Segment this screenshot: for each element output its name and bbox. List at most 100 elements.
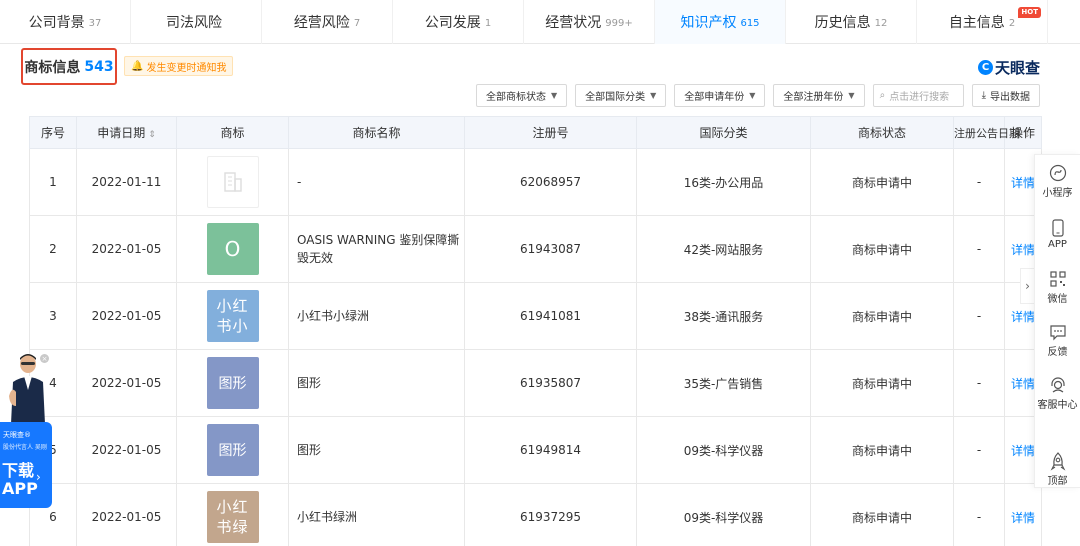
right-sidebar: 小程序 APP 微信 反馈 客服中心 顶部 [1034,154,1080,488]
sidebar-item-back-to-top[interactable]: 顶部 [1035,443,1080,496]
caret-down-icon: ▼ [749,91,756,100]
tab-label: 经营状况 [545,15,602,31]
row-trademark-name: OASIS WARNING 鉴别保障撕毁无效 [288,215,465,283]
section-title-text: 商标信息 [24,59,81,76]
trademark-cell [176,148,289,216]
col-header-no: 序号 [29,116,77,149]
row-reg-no: 62068957 [464,148,637,216]
row-reg-no: 61941081 [464,282,637,350]
qrcode-icon [1049,270,1067,290]
reg-year-filter-label: 全部注册年份 [783,92,844,103]
tab-label: 公司背景 [28,15,85,31]
row-status: 商标申请中 [810,148,954,216]
tab-count: 615 [740,18,760,29]
app-download-promo[interactable]: × 天眼查® 股份代言人 吴刚 下载 APP › [0,350,52,508]
apply-year-filter-dropdown[interactable]: 全部申请年份 ▼ [674,84,766,107]
sidebar-item-label: 微信 [1047,294,1068,305]
sidebar-item-label: 客服中心 [1037,400,1078,411]
trademark-image[interactable]: 小红书小 [206,290,259,342]
trademark-image[interactable]: 图形 [206,424,259,476]
export-button[interactable]: ⤓ 导出数据 [971,84,1040,107]
trademark-image[interactable]: O [206,223,259,275]
reg-year-filter-dropdown[interactable]: 全部注册年份 ▼ [773,84,865,107]
logo-mark-icon: C [977,60,993,75]
sort-icon: ⇕ [148,130,156,140]
bell-icon: 🔔 [131,60,144,72]
table-row: 2 2022-01-05 O OASIS WARNING 鉴别保障撕毁无效 61… [29,215,1042,283]
row-apply-date: 2022-01-05 [76,483,177,546]
tab-count: 37 [88,18,102,29]
table-row: 4 2022-01-05 图形 图形 61935807 35类-广告销售 商标申… [29,349,1042,417]
tab-label: 公司发展 [424,15,481,31]
mini-program-icon [1049,164,1067,184]
row-pub-date: - [953,349,1005,417]
col-header-pub-date[interactable]: 注册公告日期⇕ [953,116,1031,149]
tab-label: 知识产权 [680,15,737,31]
sidebar-item-app[interactable]: APP [1035,208,1080,261]
tab-operation-risk[interactable]: 经营风险 7 [262,0,393,44]
tab-operation-status[interactable]: 经营状况 999+ [524,0,655,44]
sidebar-item-customer-service[interactable]: 客服中心 [1035,367,1080,420]
sidebar-expand-button[interactable]: › [1020,268,1034,304]
top-tabs: 公司背景 37 司法风险 经营风险 7 公司发展 1 经营状况 999+ 知识产权 615… [0,0,1080,44]
tab-count: 999+ [605,18,633,29]
row-apply-date: 2022-01-05 [76,282,177,350]
row-status: 商标申请中 [810,416,954,484]
sidebar-item-label: APP [1048,239,1067,250]
section-count: 543 [84,58,114,75]
row-intl-class: 09类-科学仪器 [636,483,811,546]
row-reg-no: 61937295 [464,483,637,546]
status-filter-dropdown[interactable]: 全部商标状态 ▼ [475,84,568,107]
notify-button[interactable]: 🔔 发生变更时通知我 [124,56,234,76]
col-header-reg-no: 注册号 [464,116,637,149]
row-no: 1 [29,148,77,216]
sidebar-item-label: 反馈 [1047,347,1068,358]
row-trademark-name: 图形 [288,349,465,417]
search-input[interactable]: ⌕ 点击进行搜索 [872,84,964,107]
col-header-apply-date[interactable]: 申请日期 ⇕ [76,116,177,149]
sidebar-item-mini-program[interactable]: 小程序 [1035,155,1080,208]
close-icon[interactable]: × [40,354,49,363]
table-header-row: 序号 申请日期⇕ 商标 商标名称 注册号 国际分类 商标状态 注册公告日期⇕ 操… [29,116,1042,149]
brand-logo: C 天眼查 [977,57,1040,78]
tab-company-development[interactable]: 公司发展 1 [393,0,524,44]
promo-brand: 天眼查® [3,431,31,439]
row-pub-date: - [953,148,1005,216]
trademark-cell: 小红书绿 [176,483,289,546]
tab-history[interactable]: 历史信息 12 [786,0,917,44]
row-intl-class: 35类-广告销售 [636,349,811,417]
search-placeholder: 点击进行搜索 [889,92,950,103]
row-status: 商标申请中 [810,282,954,350]
trademark-cell: 图形 [176,349,289,417]
tab-company-background[interactable]: 公司背景 37 [0,0,131,44]
row-no: 2 [29,215,77,283]
intl-class-filter-dropdown[interactable]: 全部国际分类 ▼ [575,84,667,107]
row-status: 商标申请中 [810,349,954,417]
trademark-cell: O [176,215,289,283]
sidebar-item-wechat[interactable]: 微信 [1035,261,1080,314]
tab-self-info[interactable]: 自主信息 2 HOT [917,0,1048,44]
download-icon: ⤓ [981,90,986,101]
apply-year-filter-label: 全部申请年份 [684,92,745,103]
trademark-image[interactable]: 小红书绿 [206,491,259,543]
tab-label: 自主信息 [948,15,1005,31]
row-intl-class: 16类-办公用品 [636,148,811,216]
logo-text: 天眼查 [994,59,1040,77]
intl-class-filter-label: 全部国际分类 [585,92,646,103]
tab-label: 司法风险 [166,15,222,31]
tab-judicial-risk[interactable]: 司法风险 [131,0,262,44]
table-row: 5 2022-01-05 图形 图形 61949814 09类-科学仪器 商标申… [29,416,1042,484]
trademark-placeholder-icon[interactable] [206,156,259,208]
notify-label: 发生变更时通知我 [146,62,227,74]
tab-intellectual-property[interactable]: 知识产权 615 [655,0,786,44]
search-icon: ⌕ [879,90,886,101]
row-pub-date: - [953,215,1005,283]
trademark-image[interactable]: 图形 [206,357,259,409]
table-row: 3 2022-01-05 小红书小 小红书小绿洲 61941081 38类-通讯… [29,282,1042,350]
col-header-trademark-name: 商标名称 [288,116,465,149]
sidebar-item-feedback[interactable]: 反馈 [1035,314,1080,367]
row-trademark-name: 图形 [288,416,465,484]
app-download-card[interactable]: 天眼查® 股份代言人 吴刚 下载 APP › [0,422,52,508]
row-apply-date: 2022-01-05 [76,349,177,417]
